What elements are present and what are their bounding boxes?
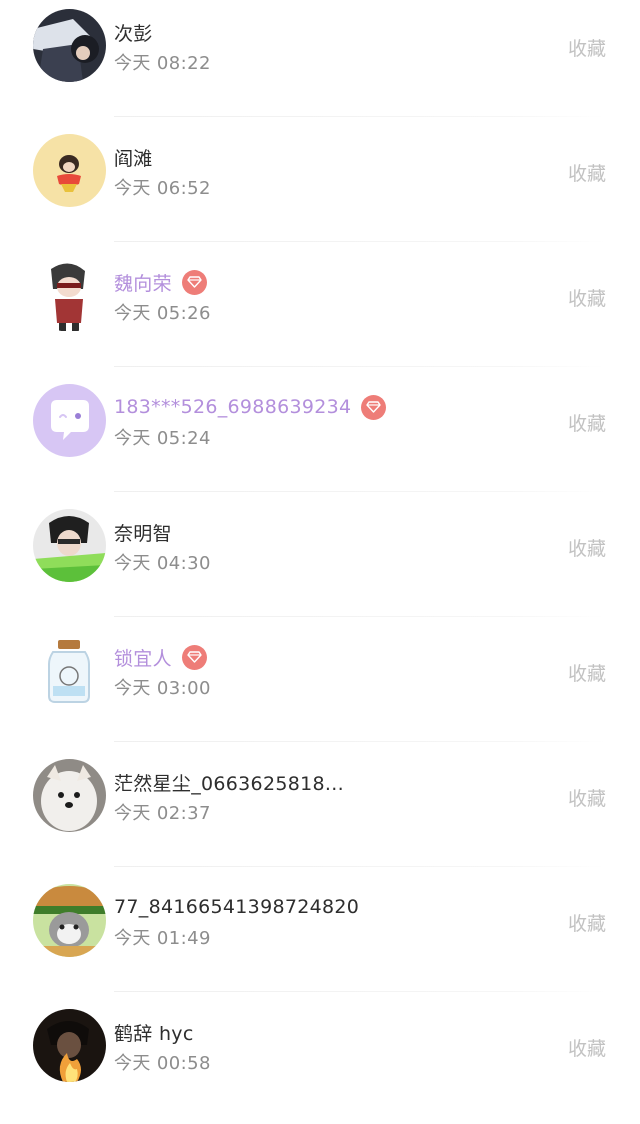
user-name-line: 锁宜人 (114, 642, 207, 672)
user-name: 奈明智 (114, 522, 172, 545)
favorite-button[interactable]: 收藏 (568, 284, 606, 311)
favorite-button[interactable]: 收藏 (568, 34, 606, 61)
visit-time: 今天 04:30 (114, 553, 211, 574)
avatar-photo-person-icon[interactable] (33, 509, 106, 582)
list-item[interactable]: 阎滩 今天 06:52 收藏 (0, 124, 640, 249)
divider (114, 616, 606, 617)
vip-gem-icon (361, 394, 387, 420)
avatar-photo-anime-icon[interactable] (33, 9, 106, 82)
user-name: 锁宜人 (114, 647, 172, 670)
user-name: 次彭 (114, 22, 153, 45)
favorite-button[interactable]: 收藏 (568, 409, 606, 436)
user-name-line: 次彭 (114, 17, 153, 47)
visit-time: 今天 08:22 (114, 53, 211, 74)
favorite-button[interactable]: 收藏 (568, 534, 606, 561)
user-name: 183***526_6988639234 (114, 396, 352, 418)
visit-time: 今天 03:00 (114, 678, 211, 699)
user-name-line: 魏向荣 (114, 267, 207, 297)
visit-time: 今天 00:58 (114, 1053, 211, 1074)
user-name: 茫然星尘_0663625818... (114, 772, 344, 795)
favorite-button[interactable]: 收藏 (568, 659, 606, 686)
divider (114, 991, 606, 992)
avatar-monkey-cartoon-icon[interactable] (33, 134, 106, 207)
list-item[interactable]: 183***526_6988639234 今天 05:24 收藏 (0, 374, 640, 499)
favorite-button[interactable]: 收藏 (568, 159, 606, 186)
avatar-cartoon-boy-icon[interactable] (33, 259, 106, 332)
user-name-line: 77_84166541398724820 (114, 892, 359, 922)
user-name: 魏向荣 (114, 272, 172, 295)
list-item[interactable]: 奈明智 今天 04:30 收藏 (0, 499, 640, 624)
list-item[interactable]: 77_84166541398724820 今天 01:49 收藏 (0, 874, 640, 999)
favorite-button[interactable]: 收藏 (568, 784, 606, 811)
list-item[interactable]: 次彭 今天 08:22 收藏 (0, 0, 640, 124)
list-item[interactable]: 魏向荣 今天 05:26 收藏 (0, 249, 640, 374)
user-name-line: 阎滩 (114, 142, 153, 172)
avatar-photo-fire-icon[interactable] (33, 1009, 106, 1082)
user-name: 77_84166541398724820 (114, 896, 360, 918)
visit-time: 今天 01:49 (114, 928, 211, 949)
divider (114, 366, 606, 367)
user-name: 阎滩 (114, 147, 153, 170)
divider (114, 241, 606, 242)
user-name-line: 茫然星尘_0663625818... (114, 767, 344, 797)
list-item[interactable]: 茫然星尘_0663625818... 今天 02:37 收藏 (0, 749, 640, 874)
user-name: 鹤辞 hyc (114, 1022, 194, 1045)
list-item[interactable]: 锁宜人 今天 03:00 收藏 (0, 624, 640, 749)
divider (114, 866, 606, 867)
list-item[interactable]: 鹤辞 hyc 今天 00:58 收藏 (0, 999, 640, 1124)
user-name-line: 鹤辞 hyc (114, 1017, 194, 1047)
visit-time: 今天 05:24 (114, 428, 211, 449)
avatar-default-chat-bubble-icon[interactable] (33, 384, 106, 457)
avatar-jar-icon[interactable] (33, 634, 106, 707)
visit-time: 今天 06:52 (114, 178, 211, 199)
vip-gem-icon (181, 644, 207, 670)
user-name-line: 183***526_6988639234 (114, 392, 387, 422)
user-name-line: 奈明智 (114, 517, 172, 547)
favorite-button[interactable]: 收藏 (568, 1034, 606, 1061)
avatar-cat-burger-icon[interactable] (33, 884, 106, 957)
favorite-button[interactable]: 收藏 (568, 909, 606, 936)
visit-time: 今天 02:37 (114, 803, 211, 824)
divider (114, 491, 606, 492)
visit-time: 今天 05:26 (114, 303, 211, 324)
divider (114, 116, 606, 117)
user-list: 次彭 今天 08:22 收藏 阎滩 今天 06:52 收藏 魏向荣 今天 05:… (0, 0, 640, 1084)
avatar-dog-icon[interactable] (33, 759, 106, 832)
divider (114, 741, 606, 742)
vip-gem-icon (181, 269, 207, 295)
